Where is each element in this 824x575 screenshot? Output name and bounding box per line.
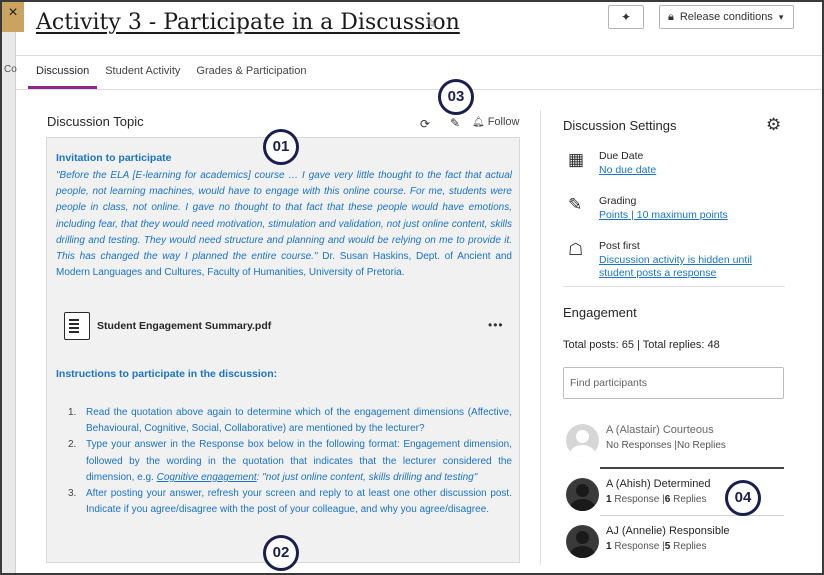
side-panel-label: Co — [4, 64, 17, 75]
post-first-line1[interactable]: Discussion activity is hidden until — [599, 254, 752, 266]
participant-stats: 1 Response |6 Replies — [606, 494, 707, 505]
participant-divider — [600, 467, 784, 469]
replies-label: Replies — [670, 541, 707, 552]
follow-button[interactable]: 🔔︎ Follow — [472, 116, 520, 128]
post-first-icon: ☖ — [568, 240, 584, 259]
callout-badge: 01 — [263, 129, 299, 165]
gear-icon[interactable]: ⚙ — [766, 115, 781, 135]
participant-name: A (Ahish) Determined — [606, 478, 711, 490]
more-options-icon[interactable]: ••• — [488, 318, 504, 332]
calendar-icon: ▦ — [568, 150, 585, 169]
step-text: Read the quotation above again to determ… — [86, 407, 512, 435]
post-first-link[interactable]: Discussion activity is hidden until stude… — [599, 254, 752, 280]
left-panel-strip — [2, 2, 16, 573]
close-icon[interactable]: × — [2, 2, 24, 32]
step-text-example: : "not just online content, skills drill… — [256, 471, 478, 483]
step-text: After posting your answer, refresh your … — [86, 488, 512, 516]
avatar-body — [570, 499, 595, 511]
tab-bar: Discussion Student Activity Grades & Par… — [28, 57, 314, 89]
step-number: 3. — [68, 488, 77, 500]
header-divider — [16, 55, 822, 56]
edit-title-icon[interactable]: ✎ — [426, 16, 437, 32]
participant-name: A (Alastair) Courteous — [606, 424, 714, 436]
list-item: 3. After posting your answer, refresh you… — [68, 486, 512, 518]
setting-label: Grading — [599, 195, 637, 207]
list-item: 1. Read the quotation above again to dete… — [68, 405, 512, 437]
list-item: 2. Type your answer in the Response box b… — [68, 437, 512, 486]
responses-label: Response — [611, 494, 660, 505]
responses-label: Response — [611, 541, 660, 552]
setting-label: Due Date — [599, 150, 644, 162]
follow-label: Follow — [487, 116, 520, 128]
instructions-heading: Instructions to participate in the discu… — [56, 368, 278, 380]
bell-icon: 🔔︎ — [472, 117, 485, 128]
due-date-link[interactable]: No due date — [599, 164, 656, 177]
responses: No Responses — [606, 440, 672, 451]
tab-grades-participation[interactable]: Grades & Participation — [188, 57, 314, 89]
engagement-heading: Engagement — [563, 305, 637, 320]
lock-icon: 🔒︎ — [668, 11, 674, 23]
setting-label: Post first — [599, 240, 640, 252]
chevron-down-icon: ▾ — [778, 12, 784, 22]
column-divider — [540, 110, 541, 565]
grading-icon: ✎ — [568, 195, 583, 214]
avatar-head — [576, 531, 589, 544]
discussion-topic-heading: Discussion Topic — [47, 114, 144, 129]
find-participants-input[interactable]: Find participants — [563, 367, 784, 399]
callout-badge: 02 — [263, 535, 299, 571]
quote-text: "Before the ELA [E-learning for academic… — [56, 170, 512, 263]
instruction-list: 1. Read the quotation above again to dete… — [68, 405, 512, 518]
participant-item[interactable]: A (Alastair) Courteous No Responses |No … — [566, 424, 786, 458]
tab-divider — [16, 89, 822, 90]
page-title: Activity 3 - Participate in a Discussion — [36, 10, 460, 35]
participant-stats: No Responses |No Replies — [606, 440, 726, 451]
avatar — [566, 424, 599, 457]
participant-stats: 1 Response |5 Replies — [606, 541, 707, 552]
attachment-file-name[interactable]: Student Engagement Summary.pdf — [97, 320, 271, 332]
settings-divider — [563, 286, 785, 287]
edit-icon[interactable]: ✎ — [450, 116, 460, 130]
avatar-head — [576, 430, 589, 443]
invitation-heading: Invitation to participate — [56, 152, 172, 164]
replies-label: Replies — [670, 494, 707, 505]
avatar — [566, 525, 599, 558]
lecturer-quotation: "Before the ELA [E-learning for academic… — [56, 168, 512, 281]
step-number: 1. — [68, 407, 77, 418]
post-first-line2[interactable]: student posts a response — [599, 267, 716, 279]
avatar — [566, 478, 599, 511]
step-number: 2. — [68, 439, 77, 451]
avatar-body — [570, 445, 595, 457]
discussion-settings-heading: Discussion Settings — [563, 118, 677, 133]
callout-badge: 03 — [438, 79, 474, 115]
close-glyph[interactable]: × — [8, 4, 17, 21]
grading-link[interactable]: Points | 10 maximum points — [599, 209, 728, 222]
replies: No Replies — [676, 440, 726, 451]
tab-student-activity[interactable]: Student Activity — [97, 57, 188, 89]
release-conditions-button[interactable]: 🔒︎ Release conditions ▾ — [659, 5, 794, 29]
example-link[interactable]: Cognitive engagement — [157, 472, 257, 483]
sparkle-icon: ✦ — [620, 10, 632, 24]
participant-item[interactable]: AJ (Annelie) Responsible 1 Response |5 R… — [566, 525, 786, 559]
avatar-head — [576, 484, 589, 497]
release-conditions-label: Release conditions — [679, 11, 773, 23]
participant-divider — [600, 515, 784, 516]
refresh-icon[interactable]: ⟳ — [420, 117, 430, 131]
engagement-totals: Total posts: 65 | Total replies: 48 — [563, 339, 720, 351]
document-icon[interactable] — [64, 312, 90, 340]
callout-badge: 04 — [725, 480, 761, 516]
ai-assist-button[interactable]: ✦ — [608, 5, 644, 29]
tab-discussion[interactable]: Discussion — [28, 57, 98, 89]
avatar-body — [570, 546, 595, 558]
participant-name: AJ (Annelie) Responsible — [606, 525, 730, 537]
